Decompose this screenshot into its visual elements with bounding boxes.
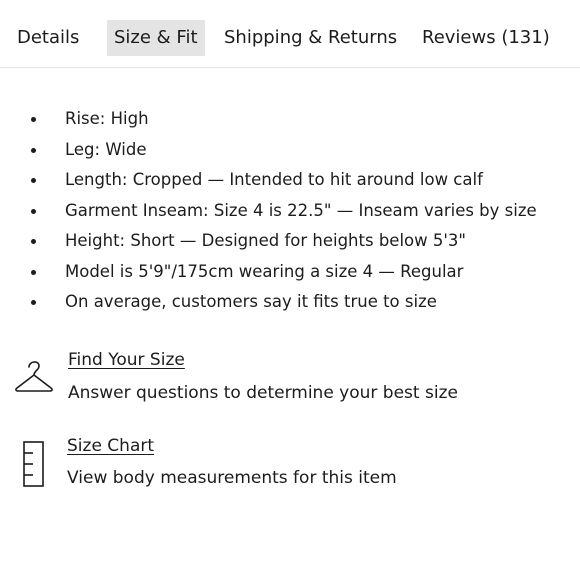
bullet-icon [31, 147, 36, 153]
list-item: On average, customers say it fits true t… [0, 287, 580, 318]
hanger-icon [15, 361, 53, 392]
list-item: Garment Inseam: Size 4 is 22.5" — Inseam… [0, 196, 580, 227]
fit-detail-text: On average, customers say it fits true t… [65, 292, 437, 311]
tab-size-and-fit[interactable]: Size & Fit [107, 20, 205, 56]
find-your-size-description: Answer questions to determine your best … [68, 383, 458, 403]
tab-shipping-returns[interactable]: Shipping & Returns [224, 20, 397, 56]
bullet-icon [31, 117, 36, 122]
list-item: Rise: High [0, 104, 580, 135]
fit-details-list: Rise: High Leg: Wide Length: Cropped — I… [0, 104, 580, 318]
bullet-icon [31, 269, 36, 275]
ruler-icon [23, 441, 44, 487]
bullet-icon [31, 239, 36, 244]
fit-detail-text: Height: Short — Designed for heights bel… [65, 231, 466, 250]
tab-details[interactable]: Details [17, 20, 79, 56]
find-your-size-link[interactable]: Find Your Size [68, 350, 185, 370]
list-item: Model is 5'9"/175cm wearing a size 4 — R… [0, 257, 580, 288]
list-item: Leg: Wide [0, 135, 580, 166]
bullet-icon [31, 208, 36, 214]
tab-bar: Details Size & Fit Shipping & Returns Re… [0, 0, 580, 68]
tab-reviews[interactable]: Reviews (131) [422, 20, 550, 56]
fit-detail-text: Model is 5'9"/175cm wearing a size 4 — R… [65, 261, 464, 281]
size-chart-description: View body measurements for this item [67, 468, 397, 488]
fit-detail-text: Garment Inseam: Size 4 is 22.5" — Inseam… [65, 200, 537, 220]
list-item: Length: Cropped — Intended to hit around… [0, 165, 580, 196]
size-chart-link[interactable]: Size Chart [67, 436, 154, 456]
fit-detail-text: Length: Cropped — Intended to hit around… [65, 170, 483, 189]
bullet-icon [31, 300, 36, 305]
bullet-icon [31, 178, 36, 183]
list-item: Height: Short — Designed for heights bel… [0, 226, 580, 257]
fit-detail-text: Rise: High [65, 109, 149, 128]
fit-detail-text: Leg: Wide [65, 139, 147, 159]
